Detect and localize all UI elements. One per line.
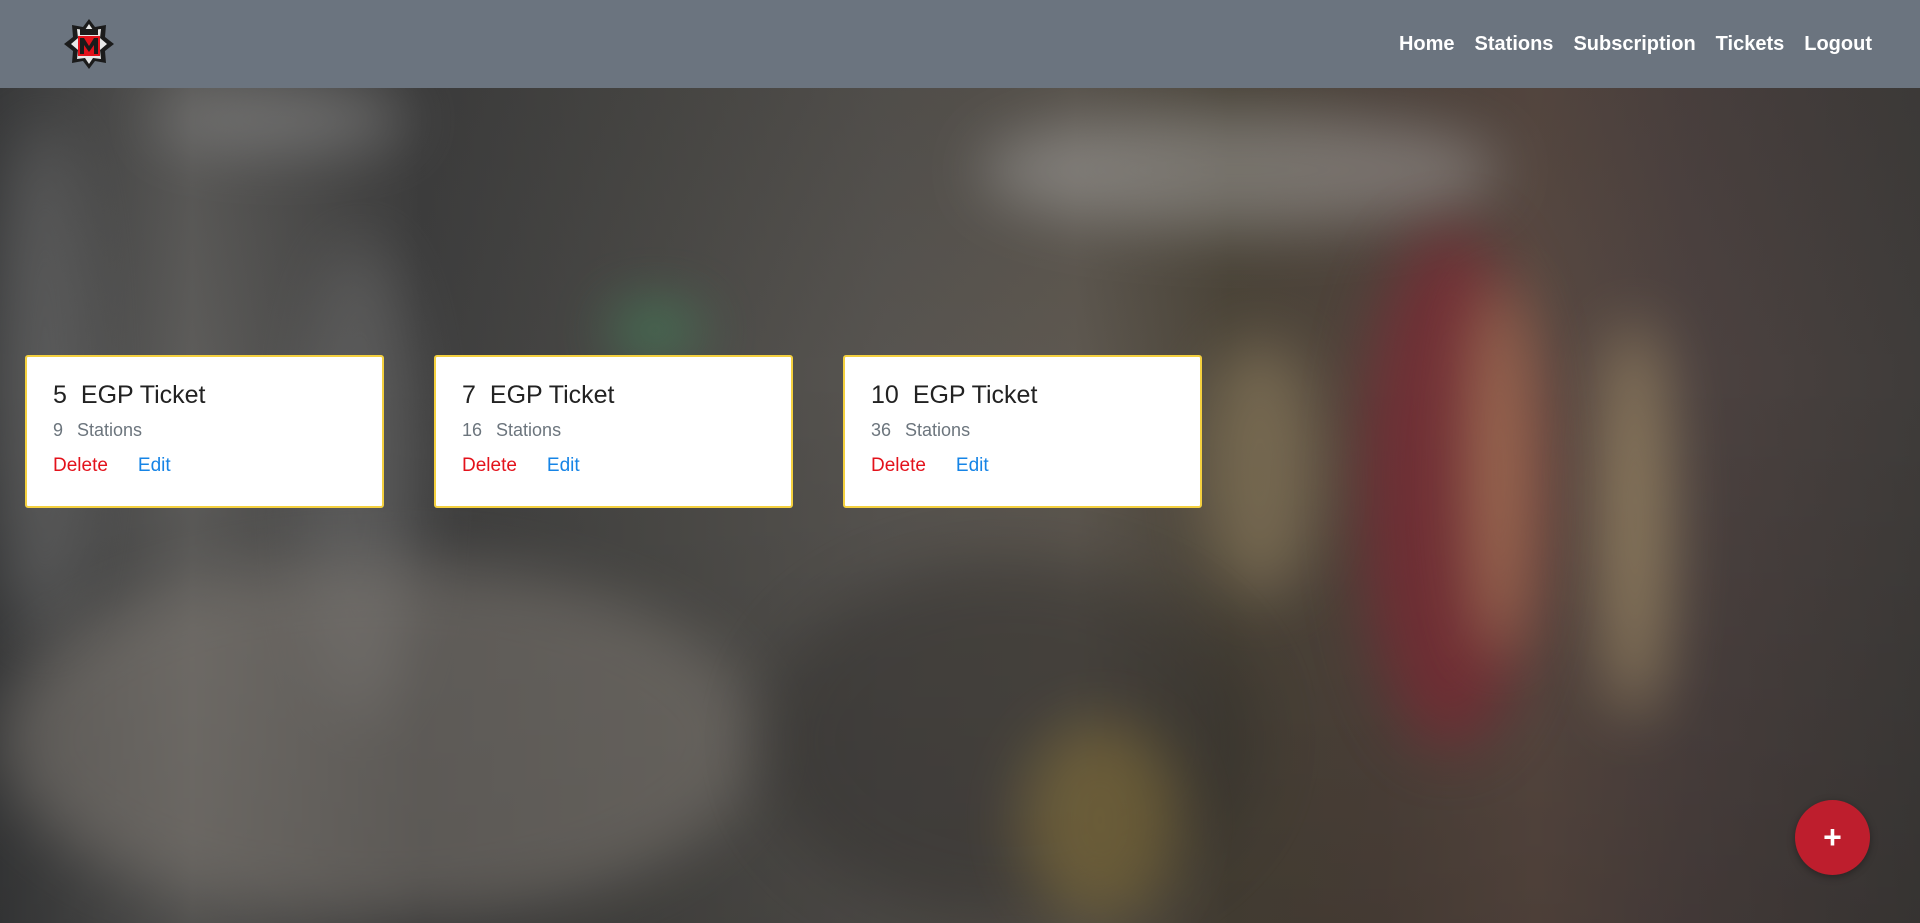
ticket-stations: 36 Stations [871,420,1174,441]
nav-tickets[interactable]: Tickets [1716,33,1785,56]
edit-button[interactable]: Edit [547,455,580,477]
metro-logo[interactable] [62,17,116,71]
ticket-title: 7 EGP Ticket [462,381,765,410]
plus-icon: + [1823,819,1842,855]
ticket-card-list: 5 EGP Ticket 9 Stations Delete Edit 7 EG… [25,355,1202,508]
ticket-actions: Delete Edit [462,455,765,477]
ticket-stations: 16 Stations [462,420,765,441]
nav-subscription[interactable]: Subscription [1573,33,1695,56]
top-navbar: Home Stations Subscription Tickets Logou… [0,0,1920,88]
ticket-stations: 9 Stations [53,420,356,441]
add-ticket-button[interactable]: + [1795,800,1870,875]
edit-button[interactable]: Edit [956,455,989,477]
station-count: 16 [462,420,483,440]
station-count: 9 [53,420,64,440]
ticket-title: 10 EGP Ticket [871,381,1174,410]
ticket-label: EGP Ticket [912,381,1038,409]
ticket-price: 7 [462,381,476,409]
main-nav: Home Stations Subscription Tickets Logou… [1399,33,1872,56]
delete-button[interactable]: Delete [462,455,517,477]
ticket-price: 10 [871,381,899,409]
ticket-label: EGP Ticket [80,381,206,409]
nav-home[interactable]: Home [1399,33,1455,56]
ticket-label: EGP Ticket [489,381,615,409]
stations-label: Stations [77,420,143,440]
ticket-card: 7 EGP Ticket 16 Stations Delete Edit [434,355,793,508]
ticket-card: 5 EGP Ticket 9 Stations Delete Edit [25,355,384,508]
station-count: 36 [871,420,892,440]
edit-button[interactable]: Edit [138,455,171,477]
ticket-card: 10 EGP Ticket 36 Stations Delete Edit [843,355,1202,508]
ticket-title: 5 EGP Ticket [53,381,356,410]
delete-button[interactable]: Delete [871,455,926,477]
ticket-price: 5 [53,381,67,409]
stations-label: Stations [496,420,562,440]
ticket-actions: Delete Edit [871,455,1174,477]
ticket-actions: Delete Edit [53,455,356,477]
nav-logout[interactable]: Logout [1804,33,1872,56]
stations-label: Stations [905,420,971,440]
delete-button[interactable]: Delete [53,455,108,477]
nav-stations[interactable]: Stations [1475,33,1554,56]
